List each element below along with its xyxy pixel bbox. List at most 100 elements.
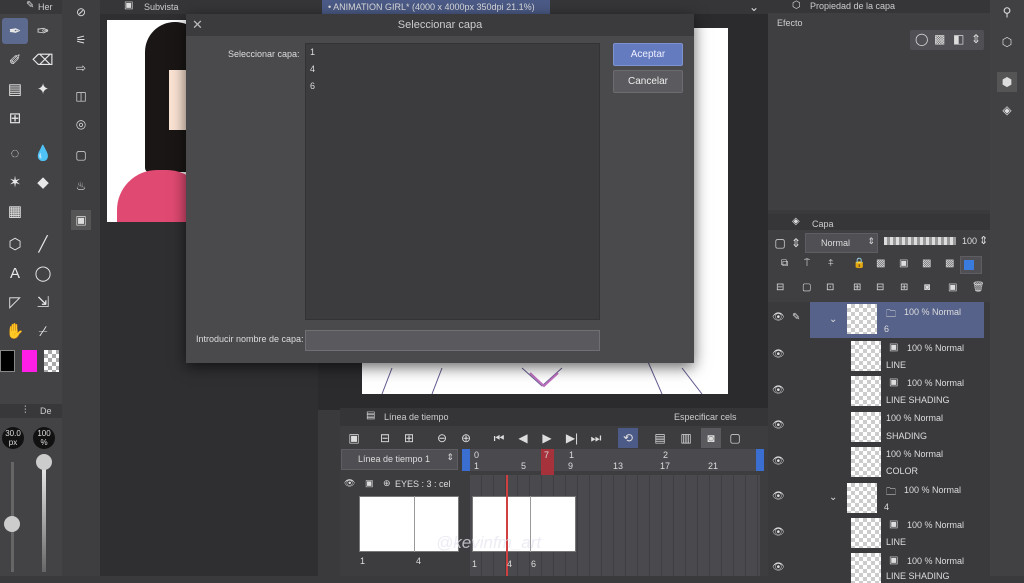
- hand-tool-icon[interactable]: ✋: [2, 318, 28, 344]
- opacity-badge[interactable]: 100 %: [33, 427, 55, 449]
- lock-icon[interactable]: 🔒: [853, 258, 865, 269]
- onion-skin-icon[interactable]: ◙: [701, 428, 721, 448]
- eraser-tool-icon[interactable]: ⌫: [30, 47, 56, 73]
- new-cel-icon[interactable]: ▤: [650, 428, 670, 448]
- clip-icon[interactable]: ⧉: [781, 258, 788, 269]
- first-frame-icon[interactable]: ⏮: [489, 428, 509, 448]
- specify-cels-label[interactable]: Especificar cels: [674, 412, 737, 422]
- eyedropper-tool-icon[interactable]: ⌿: [30, 318, 56, 344]
- quick-access-icon[interactable]: ⊘: [71, 2, 91, 22]
- sub-color-swatch[interactable]: [22, 350, 37, 372]
- delete-layer-icon[interactable]: 🗑: [972, 282, 985, 293]
- palette-color-icon[interactable]: ▩: [945, 258, 954, 269]
- layer-opacity-value[interactable]: 100: [962, 236, 977, 246]
- add-icon[interactable]: ⊕: [383, 478, 391, 489]
- opacity-slider[interactable]: [42, 462, 46, 572]
- new-timeline-icon[interactable]: ▣: [344, 428, 364, 448]
- opacity-slider-handle[interactable]: [36, 454, 52, 470]
- apply-mask-icon[interactable]: ▣: [948, 282, 957, 293]
- circle-icon[interactable]: ◎: [71, 114, 91, 134]
- layer-list-item[interactable]: 1: [310, 47, 595, 64]
- correct-line-tool-icon[interactable]: ⇲: [30, 289, 56, 315]
- text-tool-icon[interactable]: A: [2, 260, 28, 286]
- eye-icon[interactable]: 👁: [344, 478, 355, 489]
- prev-frame-icon[interactable]: ◀: [513, 428, 533, 448]
- export-icon[interactable]: ⊞: [399, 428, 419, 448]
- play-icon[interactable]: ▶: [537, 428, 557, 448]
- arrow-right-icon[interactable]: ⇨: [71, 58, 91, 78]
- frame-icon[interactable]: ◫: [71, 86, 91, 106]
- ink-pen-tool-icon[interactable]: ✑: [30, 18, 56, 44]
- grid-tool-icon[interactable]: ⊞: [2, 105, 28, 131]
- transform-tool-icon[interactable]: ⬡: [2, 231, 28, 257]
- eye-icon[interactable]: 👁: [772, 456, 785, 467]
- reference-layer-icon[interactable]: ⍑: [804, 258, 810, 269]
- new-mask-icon[interactable]: ◙: [924, 282, 930, 293]
- fill-tool-icon[interactable]: ▤: [2, 76, 28, 102]
- track-header[interactable]: 👁 ▣ ⊕ EYES : 3 : cel: [341, 475, 461, 495]
- layer-color-button[interactable]: [960, 256, 982, 274]
- layer-name-input[interactable]: [305, 330, 600, 351]
- canvas-tab[interactable]: • ANIMATION GIRL* (4000 x 4000px 350dpi …: [322, 0, 550, 14]
- layer-list-item[interactable]: 4: [310, 64, 595, 81]
- effect-stepper-icon[interactable]: ⇕: [971, 32, 981, 46]
- blend-tool-icon[interactable]: 💧: [30, 140, 56, 166]
- pen-tool-icon[interactable]: ✒: [2, 18, 28, 44]
- range-start-marker[interactable]: [462, 449, 470, 471]
- mask-icon[interactable]: ▣: [899, 258, 908, 269]
- eye-icon[interactable]: 👁: [772, 562, 785, 573]
- next-frame-icon[interactable]: ▶|: [562, 428, 582, 448]
- eye-icon[interactable]: 👁: [772, 420, 785, 431]
- new-animation-folder-icon[interactable]: ▥: [676, 428, 696, 448]
- bucket-tool-icon[interactable]: ◆: [30, 169, 56, 195]
- loop-icon[interactable]: ⟲: [618, 428, 638, 448]
- eye-icon[interactable]: 👁: [772, 527, 785, 538]
- layer-color-icon[interactable]: ◧: [953, 32, 964, 46]
- drops-icon[interactable]: ♨: [71, 176, 91, 196]
- draft-layer-icon[interactable]: ⍏: [828, 258, 834, 269]
- square-icon[interactable]: ▢: [71, 145, 91, 165]
- eye-icon[interactable]: 👁: [772, 491, 785, 502]
- eye-icon[interactable]: 👁: [772, 349, 785, 360]
- chevron-down-icon[interactable]: ⌄: [749, 0, 759, 14]
- eye-icon[interactable]: 👁: [772, 385, 785, 396]
- light-table-icon[interactable]: ▢: [725, 428, 745, 448]
- ruler-icon[interactable]: ▩: [922, 258, 931, 269]
- layer-list-item[interactable]: 6: [310, 81, 595, 98]
- layer-strip-icon[interactable]: ◈: [997, 100, 1017, 120]
- zoom-out-icon[interactable]: ⊖: [432, 428, 452, 448]
- balloon-tool-icon[interactable]: ◯: [30, 260, 56, 286]
- collapse-chevron-icon[interactable]: ⌄: [829, 492, 837, 503]
- range-end-marker[interactable]: [756, 449, 764, 471]
- layer-opacity-slider[interactable]: [884, 237, 956, 245]
- timeline-dropdown[interactable]: Línea de tiempo 1 ⇕: [341, 449, 458, 470]
- blend-mode-dropdown[interactable]: Normal ⇕: [805, 233, 878, 253]
- layer-list[interactable]: 1 4 6: [305, 43, 600, 320]
- border-effect-icon[interactable]: ◯: [915, 32, 928, 46]
- eye-icon[interactable]: 👁: [772, 312, 785, 323]
- brush-tool-icon[interactable]: ✐: [2, 47, 28, 73]
- new-raster-layer-icon[interactable]: ▢: [802, 282, 811, 293]
- mask-stepper-icon[interactable]: ⇕: [786, 233, 806, 253]
- last-frame-icon[interactable]: ⏭: [586, 428, 606, 448]
- new-vector-layer-icon[interactable]: ⊡: [826, 282, 834, 293]
- transparent-color-swatch[interactable]: [44, 350, 59, 372]
- lasso-tool-icon[interactable]: ◌: [2, 140, 28, 166]
- line-tool-icon[interactable]: ╱: [30, 231, 56, 257]
- cancel-button[interactable]: Cancelar: [613, 70, 683, 93]
- save-icon[interactable]: ▣: [71, 210, 91, 230]
- adjust-icon[interactable]: ⚟: [71, 30, 91, 50]
- merge-down-icon[interactable]: ⊞: [900, 282, 908, 293]
- subview-tab[interactable]: Subvista: [144, 2, 179, 12]
- new-folder-icon[interactable]: ⊞: [853, 282, 861, 293]
- brush-size-slider-handle[interactable]: [4, 516, 20, 532]
- frame-settings-icon[interactable]: ⊟: [375, 428, 395, 448]
- layer-panel-menu-icon[interactable]: ⊟: [776, 282, 784, 293]
- search-icon[interactable]: ⚲: [997, 2, 1017, 22]
- main-color-swatch[interactable]: [0, 350, 15, 372]
- layer-property-strip-icon[interactable]: ⬢: [997, 72, 1017, 92]
- navigator-icon[interactable]: ⬡: [997, 32, 1017, 52]
- zoom-in-icon[interactable]: ⊕: [456, 428, 476, 448]
- lock-transparent-icon[interactable]: ▩: [876, 258, 885, 269]
- collapse-chevron-icon[interactable]: ⌄: [829, 314, 837, 325]
